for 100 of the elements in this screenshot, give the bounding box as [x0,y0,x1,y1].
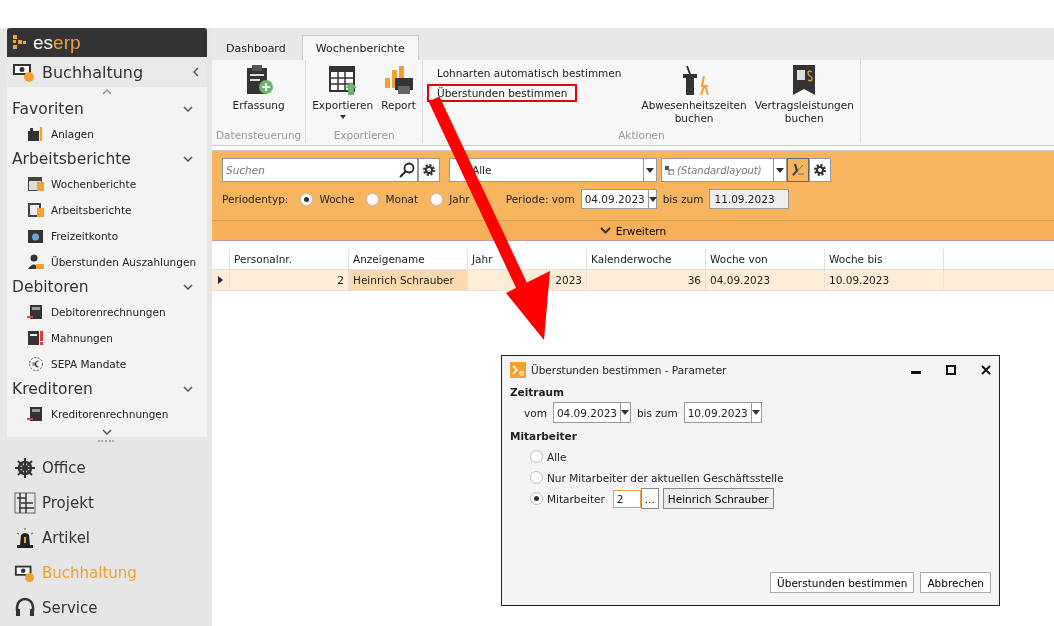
document-warning-icon [27,330,45,346]
table-cell: 36 [587,270,706,290]
radio-button[interactable] [366,192,380,206]
section-heading: Mitarbeiter [510,430,578,442]
settings-button[interactable] [418,158,440,182]
radio-label[interactable]: Monat [385,193,419,205]
chevron-down-icon[interactable] [183,386,193,392]
employee-number-field[interactable]: 2 [612,489,641,508]
period-label: Periode: vom [505,193,575,205]
search-field[interactable]: Suchen [222,158,418,182]
group-title[interactable]: Arbeitsberichte [12,150,131,168]
calculator-ribbon-icon [792,64,817,96]
group-title[interactable]: Debitoren [12,278,89,296]
chevron-down-icon[interactable] [183,106,193,112]
sidebar-item[interactable]: Freizeitkonto [7,223,207,249]
euro-icon [27,356,45,372]
table-cell: 04.09.2023 [706,270,825,290]
person-money-icon [27,254,45,270]
caret-icon [776,167,784,173]
employee-name-button[interactable]: Heinrich Schrauber [662,488,774,509]
caret-icon [646,167,654,173]
column-header[interactable]: Anzeigename [349,249,468,269]
radio-label[interactable]: Mitarbeiter [547,492,605,505]
tab[interactable]: Wochenberichte [301,35,419,60]
ribbon-button[interactable]: Abwesenheitszeiten buchen [639,64,749,125]
radio-label[interactable]: Nur Mitarbeiter der aktuellen Geschäftsstelle [547,471,784,484]
table-row[interactable]: 2 Heinrich Schrauber 2023 36 04.09.2023 10.09.2023 [212,270,1054,291]
radio-button[interactable] [430,192,444,206]
module-item[interactable]: Artikel [0,520,212,555]
money-icon [12,61,36,83]
module-title: Buchhaltung [42,62,145,82]
date-field: 11.09.2023 [709,189,790,209]
sidebar-item[interactable]: Mahnungen [7,325,207,351]
dialog-button[interactable]: Überstunden bestimmen [770,572,915,593]
table-export-icon [326,64,359,96]
radio-label[interactable]: Woche [319,193,355,205]
calendar-icon [27,176,45,192]
caret-icon [752,410,761,415]
invoice-icon [27,406,45,422]
app-icon [510,361,526,378]
sidebar-item[interactable]: Debitorenrechnungen [7,299,207,325]
sidebar-item[interactable]: Wochenberichte [7,171,207,197]
ribbon-button[interactable]: Exportieren [310,64,376,119]
sidebar-item[interactable]: Arbeitsberichte [7,197,207,223]
module-item[interactable]: Projekt [0,485,212,520]
caret-icon [648,196,657,202]
chevron-down-icon[interactable] [183,156,193,162]
column-header[interactable]: Kalenderwoche [587,249,706,269]
group-title[interactable]: Kreditoren [12,380,93,398]
ribbon-button[interactable]: Report [379,64,418,112]
browse-button[interactable]: ... [640,488,659,509]
radio-button[interactable] [530,471,543,484]
chevron-down-icon[interactable] [183,284,193,290]
tab[interactable]: Dashboard [212,35,300,60]
column-header[interactable]: Jahr [468,249,587,269]
scroll-down-icon[interactable] [102,429,112,435]
table-cell: Heinrich Schrauber [349,270,468,290]
logo-text: eserp [33,31,81,54]
close-icon[interactable] [981,364,991,375]
pin-toggle-button[interactable] [787,158,809,182]
date-field[interactable]: 10.09.2023 [683,402,762,423]
ribbon-button[interactable]: Vertragsleistungen buchen [752,64,856,125]
calendar-clock-icon [27,228,45,244]
dialog-title: Überstunden bestimmen - Parameter [531,363,728,376]
sidebar-item[interactable]: SEPA Mandate [7,351,207,377]
from-label: vom [524,406,547,419]
machine-icon [27,126,45,142]
expand-button[interactable]: Erweitern [212,220,1054,240]
radio-label[interactable]: Alle [547,450,567,463]
collapse-chevron-icon[interactable] [193,67,199,77]
dialog-button[interactable]: Abbrechen [920,572,991,593]
module-item[interactable]: Service [0,590,212,625]
period-type-label: Periodentyp: [222,193,289,205]
sidebar-item[interactable]: Kreditorenrechnungen [7,401,207,427]
section-heading: Zeitraum [510,386,566,398]
warning-light-icon [14,526,36,549]
module-item[interactable]: Office [0,450,212,485]
to-label: bis zum [636,406,678,419]
sidebar-item[interactable]: Anlagen [7,121,207,147]
maximize-icon[interactable] [946,364,956,375]
radio-button[interactable] [300,192,314,206]
scroll-up-icon[interactable] [102,89,112,95]
radio-label[interactable]: Jahr [449,193,470,205]
radio-button[interactable] [530,450,543,463]
column-header[interactable]: Woche bis [825,249,944,269]
invoice-icon [27,304,45,320]
sidebar-item[interactable]: Überstunden Auszahlungen [7,249,207,275]
settings-button[interactable] [809,158,831,182]
date-field[interactable]: 04.09.2023 [580,189,657,209]
date-field[interactable]: 04.09.2023 [552,402,631,423]
ribbon-link[interactable]: Lohnarten automatisch bestimmen [427,64,632,82]
ribbon-button[interactable]: Erfassung [230,64,287,112]
ribbon-link[interactable]: Überstunden bestimmen [427,84,578,102]
row-pointer-icon [218,276,223,284]
group-title[interactable]: Favoriten [12,100,84,118]
column-header[interactable]: Personalnr. [230,249,349,269]
radio-button[interactable] [530,492,543,505]
ribbon-group-label: Aktionen [618,129,665,143]
column-header[interactable]: Woche von [706,249,825,269]
layout-dropdown[interactable]: (Standardlayout) [661,158,787,182]
